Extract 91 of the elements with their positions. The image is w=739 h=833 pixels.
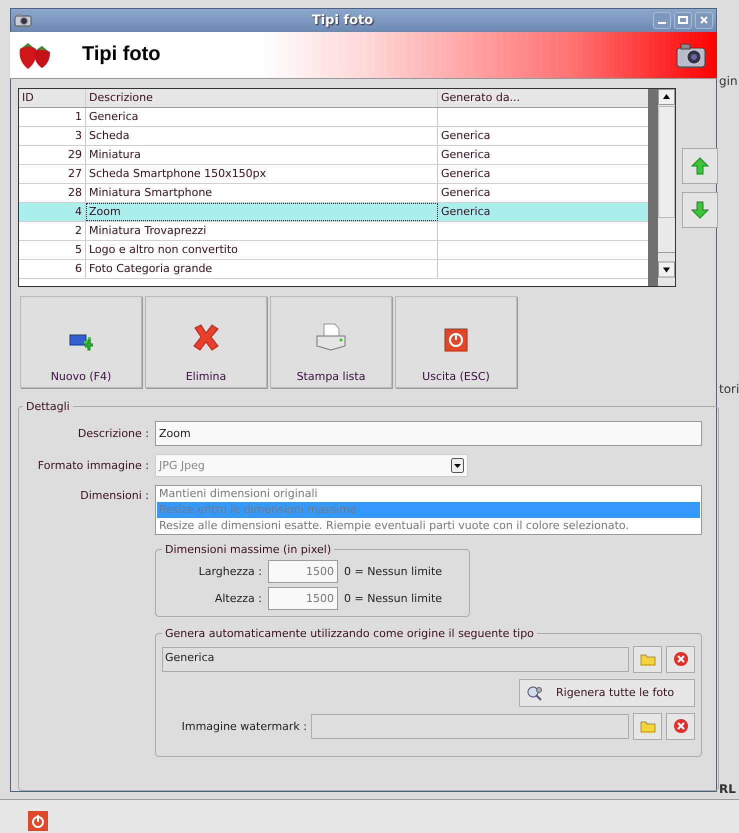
move-up-button[interactable] [682, 148, 718, 184]
field-label: Formato immagine : [36, 458, 150, 472]
group-title: Genera automaticamente utilizzando come origine il seguente tipo [164, 626, 535, 640]
table-cell-text: Generica [440, 184, 492, 201]
hint-text: 0 = Nessun limite [344, 564, 442, 578]
folder-icon [640, 652, 656, 666]
background-text: tori [719, 382, 739, 396]
hint-text: 0 = Nessun limite [344, 592, 442, 605]
folder-icon [640, 719, 656, 734]
minimize-button[interactable] [653, 12, 671, 29]
maximize-icon [678, 15, 688, 26]
number-field[interactable]: 1500 [268, 586, 338, 610]
magnifier-icon [526, 684, 544, 701]
table-cell: 3 [19, 126, 86, 145]
window-title: Tipi foto [310, 12, 374, 28]
table-cell: Zoom [86, 202, 438, 221]
group-title: Dettagli [25, 400, 71, 413]
table-cell: 4 [19, 202, 86, 221]
table-row[interactable]: 29 Miniatura Generica [19, 146, 648, 165]
table-cell-text: Generica [440, 166, 492, 182]
field-label: Descrizione : [76, 426, 150, 440]
list-item[interactable]: Mantieni dimensioni originali [157, 486, 700, 502]
toolbar-button[interactable]: Elimina [145, 296, 267, 388]
add-icon [69, 332, 93, 352]
close-button[interactable] [695, 12, 713, 29]
clear-icon [672, 651, 688, 668]
move-down-button[interactable] [682, 192, 718, 228]
table-row[interactable]: 27 Scheda Smartphone 150x150px Generica [19, 164, 648, 184]
column-header[interactable]: Generato da... [438, 88, 648, 107]
field-label: Altezza : [214, 592, 262, 605]
camera-icon [14, 13, 32, 28]
table-cell: Foto Categoria grande [86, 260, 438, 278]
scrollbar[interactable] [658, 88, 675, 286]
dropdown-icon [451, 458, 464, 473]
table-cell: Miniatura [86, 146, 438, 164]
power-icon [444, 328, 468, 352]
source-type-field[interactable]: Generica [162, 646, 629, 672]
table-cell-text: Generica [440, 128, 492, 144]
field-label: Dimensioni : [79, 488, 150, 502]
header-title: Tipi foto [82, 43, 162, 66]
arrow-up-icon [690, 156, 710, 176]
table-row[interactable]: 3 Scheda Generica [19, 126, 648, 146]
table-row[interactable]: 2 Miniatura Trovaprezzi [19, 222, 648, 241]
list-item[interactable]: Resize alle dimensioni esatte. Riempie eventuali parti vuote con il colore selezionato. [157, 518, 700, 534]
table-cell: 28 [19, 184, 86, 202]
table-cell-text: Generica [440, 204, 492, 220]
scroll-up-icon[interactable] [658, 88, 675, 105]
power-icon [28, 811, 48, 831]
watermark-field[interactable] [311, 714, 629, 739]
table-cell: Scheda [86, 126, 438, 145]
number-field[interactable]: 1500 [268, 560, 338, 583]
field-label: Larghezza : [198, 564, 262, 578]
table-cell: Generica [86, 108, 438, 126]
browse-button[interactable] [633, 646, 662, 673]
toolbar-button[interactable]: Nuovo (F4) [20, 296, 142, 388]
delete-icon [191, 322, 221, 352]
field-label: Immagine watermark : [180, 720, 307, 733]
table-cell-text: Generica [440, 146, 492, 163]
maximize-button[interactable] [674, 12, 692, 29]
table-cell: 27 [19, 164, 86, 183]
clear-icon [672, 718, 688, 734]
browse-button[interactable] [633, 712, 662, 740]
table-cell: 2 [19, 222, 86, 240]
toolbar-button[interactable]: Stampa lista [270, 296, 392, 388]
table-cell: 6 [19, 260, 86, 278]
table-cell: 1 [19, 108, 86, 126]
arrow-down-icon [690, 200, 710, 220]
printer-icon [315, 322, 347, 352]
column-header[interactable]: Descrizione [86, 88, 438, 107]
group-title: Dimensioni massime (in pixel) [164, 542, 332, 556]
table-row[interactable]: 5 Logo e altro non convertito [19, 240, 648, 260]
table-cell: Miniatura Smartphone [86, 184, 438, 202]
clear-button[interactable] [666, 646, 695, 673]
toolbar-button[interactable]: Uscita (ESC) [395, 296, 517, 388]
table-row[interactable]: 6 Foto Categoria grande [19, 260, 648, 279]
clear-button[interactable] [666, 712, 695, 740]
column-header[interactable]: ID [19, 88, 86, 107]
minimize-icon [658, 22, 666, 24]
camera-icon [675, 40, 707, 69]
table-row[interactable]: 1 Generica [19, 108, 648, 127]
background-text: RL [719, 782, 736, 796]
background-text: gin [719, 74, 738, 88]
table-cell: Scheda Smartphone 150x150px [86, 164, 438, 183]
regenerate-button[interactable]: Rigenera tutte le foto [519, 678, 695, 707]
close-icon [699, 15, 709, 26]
table-cell: 29 [19, 146, 86, 164]
description-field[interactable]: Zoom [155, 420, 702, 446]
table-cell: 5 [19, 240, 86, 259]
table-cell: Logo e altro non convertito [86, 240, 438, 259]
table-row[interactable]: 4 Zoom Generica [19, 202, 648, 222]
table-cell: Miniatura Trovaprezzi [86, 222, 438, 240]
